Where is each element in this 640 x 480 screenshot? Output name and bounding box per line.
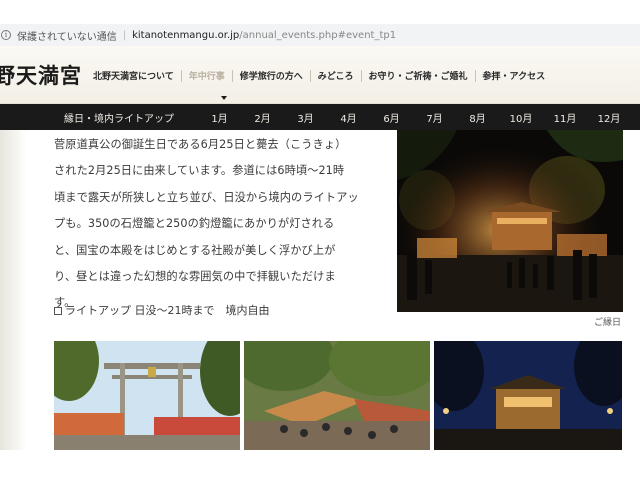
- month-nav-item[interactable]: 8月: [456, 110, 499, 125]
- address-separator: |: [122, 29, 127, 41]
- site-logo[interactable]: 野天満宮: [0, 60, 82, 90]
- lit-shrine-thumbnail[interactable]: [434, 341, 622, 450]
- month-nav-item[interactable]: 2月: [241, 110, 284, 125]
- photo-caption: ご縁日: [594, 318, 622, 328]
- lightup-text: ライトアップ 日没～21時まで 境内自由: [65, 304, 270, 317]
- event-description: 菅原道真公の御誕生日である6月25日と薨去（こうきょ） された2月25日に由来し…: [54, 132, 374, 317]
- month-nav-item[interactable]: 12月: [587, 110, 631, 125]
- description-line: と、国宝の本殿をはじめとする社殿が美しく浮かび上が: [54, 243, 336, 257]
- security-label: 保護されていない通信: [17, 31, 117, 43]
- url-path: /annual_events.php#event_tp1: [239, 29, 397, 41]
- active-nav-caret: [221, 96, 227, 100]
- description-line: 頃まで露天が所狭しと立ち並び、日没から境内のライトアッ: [54, 190, 359, 204]
- info-icon[interactable]: i: [1, 30, 11, 40]
- nav-about[interactable]: 北野天満宮について: [86, 69, 181, 82]
- ennichi-night-photo: [397, 130, 623, 312]
- global-nav: 北野天満宮について 年中行事 修学旅行の方へ みどころ お守り・ご祈祷・ご婚礼 …: [86, 69, 552, 82]
- month-nav-item[interactable]: 1月: [198, 110, 241, 125]
- month-nav-item[interactable]: 7月: [413, 110, 456, 125]
- description-line: プも。350の石燈籠と250の釣燈籠にあかりが灯される: [54, 217, 335, 231]
- paper-edge-decoration: [0, 130, 26, 450]
- top-blank-strip: [0, 0, 640, 24]
- lightup-info: ライトアップ 日没～21時まで 境内自由: [54, 302, 270, 318]
- month-nav-bar: 縁日・境内ライトアップ 1月 2月 3月 4月 6月 7月 8月 10月 11月…: [0, 104, 640, 130]
- url-host: kitanotenmangu.or.jp: [132, 29, 240, 41]
- nav-amulets-prayers[interactable]: お守り・ご祈祷・ご婚礼: [362, 69, 475, 82]
- month-nav-item[interactable]: 4月: [327, 110, 370, 125]
- nav-highlights[interactable]: みどころ: [311, 69, 361, 82]
- site-header: 野天満宮 北野天満宮について 年中行事 修学旅行の方へ みどころ お守り・ご祈祷…: [0, 46, 640, 104]
- nav-access[interactable]: 参拝・アクセス: [476, 69, 553, 82]
- address-bar[interactable]: i 保護されていない通信 | kitanotenmangu.or.jp/annu…: [0, 24, 640, 46]
- month-nav-item[interactable]: 6月: [370, 110, 413, 125]
- torii-gate-thumbnail[interactable]: [54, 341, 240, 450]
- bottom-blank-strip: [0, 450, 640, 480]
- month-nav-item[interactable]: 10月: [499, 110, 543, 125]
- month-nav-ennichi[interactable]: 縁日・境内ライトアップ: [64, 110, 174, 125]
- month-nav-item[interactable]: 11月: [543, 110, 587, 125]
- market-stalls-thumbnail[interactable]: [244, 341, 430, 450]
- description-line: り、昼とは違った幻想的な雰囲気の中で拝観いただけま: [54, 270, 336, 284]
- description-line: された2月25日に由来しています。参道には6時頃～21時: [54, 164, 345, 178]
- nav-annual-events[interactable]: 年中行事: [182, 69, 232, 82]
- square-bullet-icon: [54, 307, 62, 315]
- description-line: 菅原道真公の御誕生日である6月25日と薨去（こうきょ）: [54, 138, 347, 151]
- month-nav-item[interactable]: 3月: [284, 110, 327, 125]
- nav-school-trips[interactable]: 修学旅行の方へ: [233, 69, 310, 82]
